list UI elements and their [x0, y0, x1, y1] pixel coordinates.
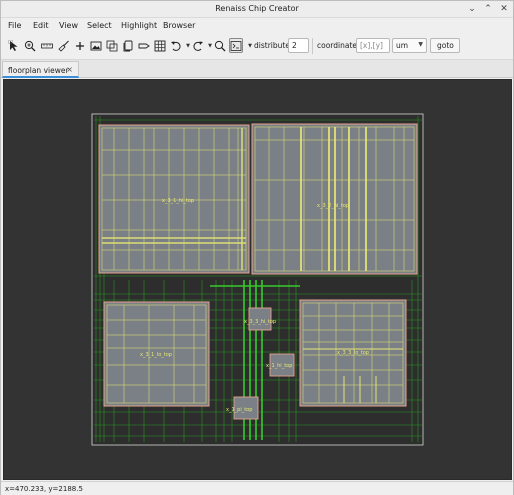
- menu-select[interactable]: Select: [87, 21, 112, 30]
- zoom-region-icon[interactable]: [23, 38, 37, 53]
- label-icon[interactable]: [137, 38, 151, 53]
- select-arrow-icon[interactable]: [7, 38, 21, 53]
- instance-label: x_1_pi_top: [226, 407, 252, 413]
- menu-highlight[interactable]: Highlight: [121, 21, 157, 30]
- maximize-button[interactable]: ⌃: [482, 3, 494, 15]
- broom-icon[interactable]: [57, 38, 71, 53]
- unit-select[interactable]: um ▼: [392, 38, 427, 53]
- coordinate-input[interactable]: [x],[y]: [356, 38, 390, 53]
- toolbar: ▼ ▼ ▼ distribute: 2 coordinate: [x],[y] …: [1, 35, 513, 57]
- distribute-label: distribute:: [254, 41, 293, 50]
- title-bar: Renaiss Chip Creator ⌄ ⌃ ✕: [1, 1, 513, 18]
- minimize-button[interactable]: ⌄: [466, 3, 478, 15]
- window-title: Renaiss Chip Creator: [215, 4, 299, 13]
- tab-label: floorplan viewer: [8, 66, 69, 75]
- close-icon[interactable]: ×: [66, 65, 73, 74]
- instance-label: x_3_1_lo_top: [140, 352, 172, 358]
- search-icon[interactable]: [213, 38, 227, 53]
- instance-label: x_3_3_lo_top: [337, 350, 369, 356]
- floorplan-canvas[interactable]: x_3_1_hi_top x_3_2_hi_top x_3_3_hi_top x…: [3, 79, 512, 480]
- menu-edit[interactable]: Edit: [33, 21, 49, 30]
- instance-label: x_3_3_hi_top: [244, 319, 276, 325]
- ruler-icon[interactable]: [40, 38, 54, 53]
- macro-top-right[interactable]: [251, 123, 418, 275]
- menu-bar: File Edit View Select Highlight Browser: [1, 19, 513, 34]
- menu-view[interactable]: View: [59, 21, 78, 30]
- copy-icon[interactable]: [121, 38, 135, 53]
- instance-label: x_1_hi_top: [266, 363, 292, 369]
- goto-button[interactable]: goto: [430, 38, 460, 53]
- cursor-coordinates: x=470.233, y=2188.5: [5, 485, 83, 493]
- terminal-icon[interactable]: [229, 38, 243, 53]
- tab-bar: floorplan viewer ×: [1, 59, 513, 78]
- layers-icon[interactable]: [105, 38, 119, 53]
- close-window-button[interactable]: ✕: [498, 3, 510, 15]
- menu-browser[interactable]: Browser: [163, 21, 195, 30]
- instance-label: x_3_2_hi_top: [317, 203, 349, 209]
- crosshair-icon[interactable]: [73, 38, 87, 53]
- menu-file[interactable]: File: [8, 21, 21, 30]
- distribute-input[interactable]: 2: [288, 38, 309, 53]
- app-window: Renaiss Chip Creator ⌄ ⌃ ✕ File Edit Vie…: [0, 0, 514, 495]
- instance-label: x_3_1_hi_top: [162, 198, 194, 204]
- chevron-down-icon: ▼: [418, 41, 423, 48]
- image-icon[interactable]: [89, 38, 103, 53]
- tab-floorplan-viewer[interactable]: floorplan viewer ×: [2, 61, 79, 78]
- status-bar: x=470.233, y=2188.5: [1, 481, 513, 495]
- unit-select-value: um: [396, 41, 409, 50]
- toolbar-separator: [312, 38, 313, 54]
- floorplan-svg: x_3_1_hi_top x_3_2_hi_top x_3_3_hi_top x…: [91, 113, 424, 446]
- grid-icon[interactable]: [153, 38, 167, 53]
- coordinate-label: coordinate:: [317, 41, 360, 50]
